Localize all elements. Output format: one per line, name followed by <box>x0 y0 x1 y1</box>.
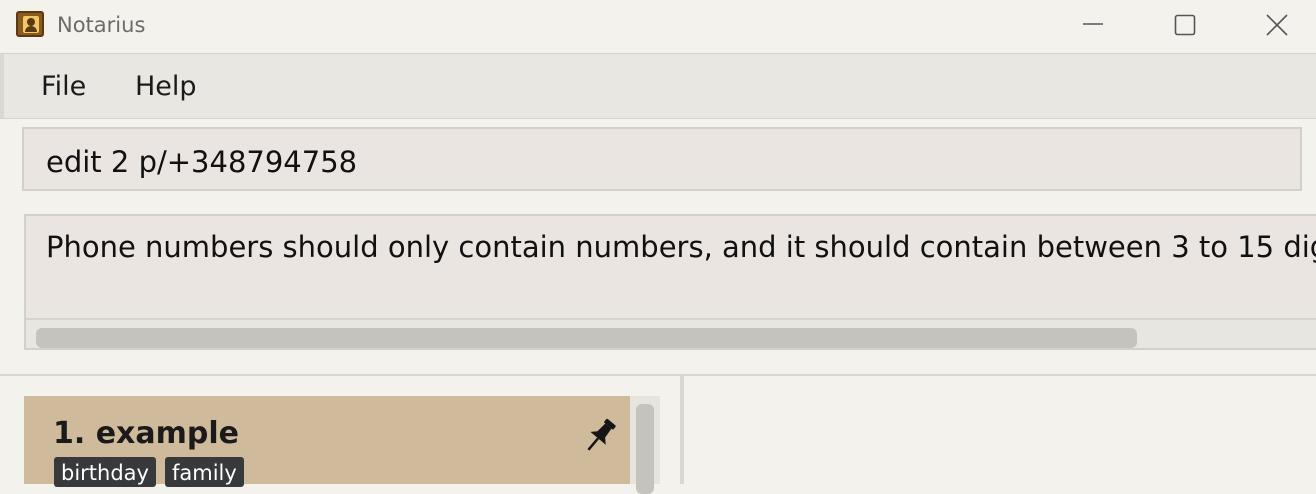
horizontal-scroll-thumb[interactable] <box>36 328 1137 348</box>
tag-birthday: birthday <box>54 457 156 487</box>
close-button[interactable] <box>1230 0 1316 52</box>
maximize-button[interactable] <box>1138 0 1230 52</box>
pin-icon <box>587 418 616 451</box>
person-card[interactable]: 1. example birthday family <box>24 396 630 487</box>
menu-file[interactable]: File <box>41 71 86 102</box>
vertical-scroll-thumb[interactable] <box>636 404 654 494</box>
horizontal-scrollbar[interactable] <box>26 318 1316 348</box>
command-input[interactable]: edit 2 p/+348794758 <box>22 127 1302 191</box>
menu-bar: File Help <box>0 53 1316 119</box>
result-display: Phone numbers should only contain number… <box>24 214 1316 350</box>
close-icon <box>1266 14 1288 36</box>
menu-help[interactable]: Help <box>135 71 197 102</box>
minimize-icon <box>1083 23 1103 25</box>
tag-family: family <box>165 457 244 487</box>
vertical-scrollbar[interactable] <box>630 396 660 494</box>
title-bar: Notarius <box>0 0 1316 52</box>
address-book-icon <box>16 11 44 37</box>
command-input-text: edit 2 p/+348794758 <box>46 145 358 179</box>
window-title: Notarius <box>57 13 146 37</box>
minimize-button[interactable] <box>1046 0 1138 52</box>
split-pane-divider[interactable] <box>680 376 684 484</box>
person-name: 1. example <box>53 416 240 451</box>
result-message: Phone numbers should only contain number… <box>46 230 1316 264</box>
maximize-icon <box>1174 14 1196 36</box>
